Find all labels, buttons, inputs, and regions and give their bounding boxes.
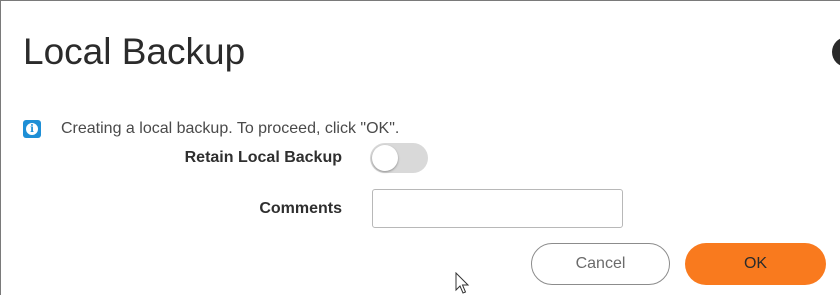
info-message-row: i Creating a local backup. To proceed, c… [23, 119, 399, 139]
dialog-title: Local Backup [23, 31, 246, 72]
info-icon: i [23, 120, 41, 138]
toggle-knob [372, 145, 398, 171]
comments-label: Comments [259, 200, 342, 217]
ok-button[interactable]: OK [685, 243, 826, 285]
mouse-cursor-icon [455, 272, 470, 294]
retain-local-backup-toggle[interactable] [370, 143, 428, 173]
close-icon[interactable] [832, 37, 840, 67]
cancel-button[interactable]: Cancel [531, 243, 670, 285]
retain-local-backup-label: Retain Local Backup [184, 149, 342, 166]
info-message: Creating a local backup. To proceed, cli… [61, 120, 400, 137]
local-backup-dialog: Local Backup i Creating a local backup. … [0, 0, 840, 295]
comments-input[interactable] [372, 189, 623, 228]
